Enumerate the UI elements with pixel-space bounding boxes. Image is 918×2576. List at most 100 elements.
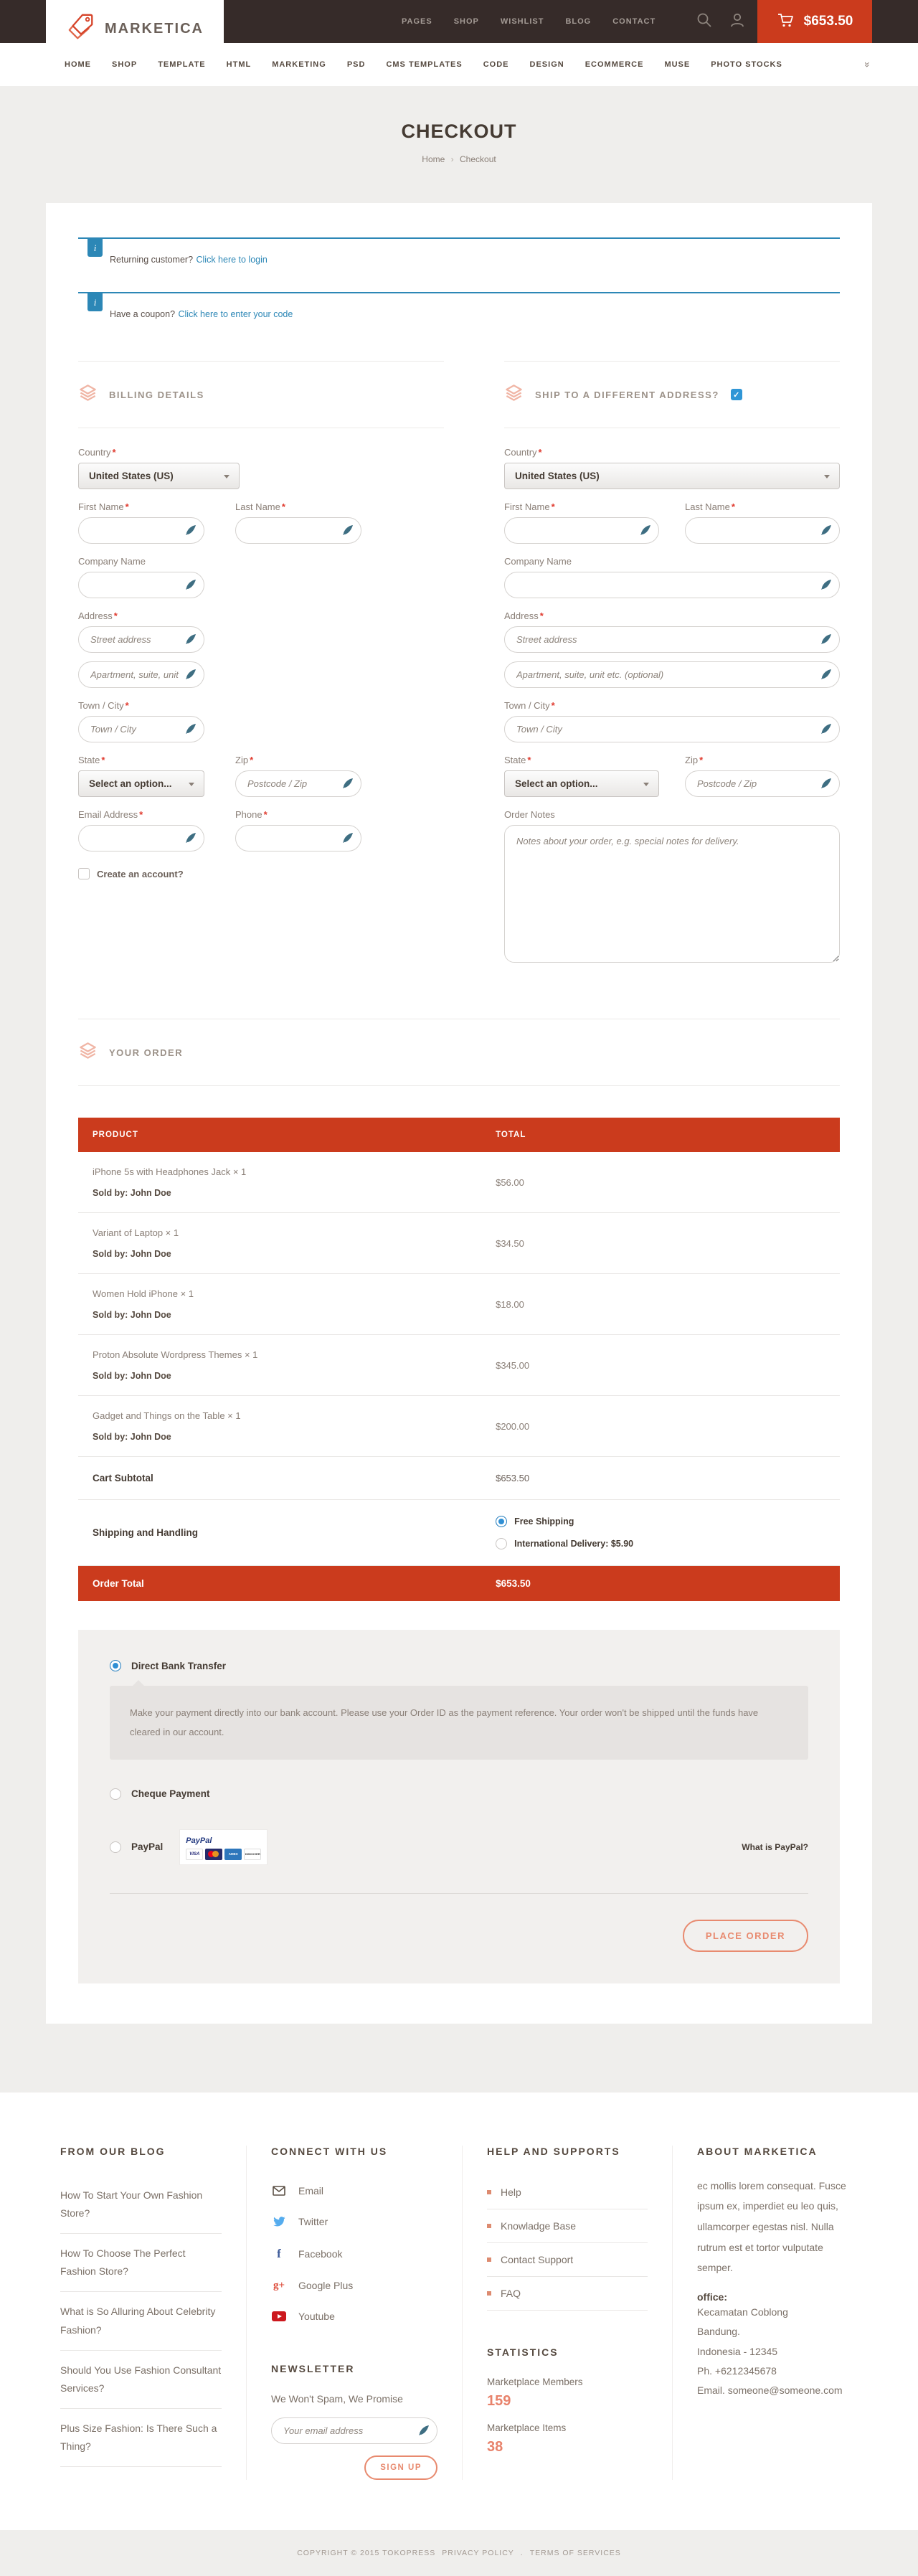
footer-connect-column: CONNECT WITH US Email Twitter f Facebook… [246, 2146, 462, 2480]
help-link[interactable]: FAQ [487, 2277, 648, 2311]
amex-card-icon: AMEX [224, 1849, 242, 1860]
billing-street-address-input[interactable] [78, 626, 204, 653]
blog-link[interactable]: Plus Size Fashion: Is There Such a Thing… [60, 2409, 222, 2467]
subnav-marketing[interactable]: MARKETING [272, 60, 326, 69]
help-link[interactable]: Help [487, 2176, 648, 2209]
shipping-first-name-input[interactable] [504, 517, 659, 544]
stat-value: 38 [487, 2439, 648, 2455]
blog-link[interactable]: How To Start Your Own Fashion Store? [60, 2176, 222, 2234]
subnav-template[interactable]: TEMPLATE [158, 60, 205, 69]
subnav-shop[interactable]: SHOP [112, 60, 137, 69]
radio-selected-icon[interactable] [496, 1516, 507, 1527]
subnav-psd[interactable]: PSD [347, 60, 366, 69]
radio-selected-icon[interactable] [110, 1660, 121, 1671]
coupon-link[interactable]: Click here to enter your code [179, 309, 293, 319]
twitter-icon [271, 2215, 287, 2228]
billing-phone-input[interactable] [235, 825, 361, 851]
top-nav-blog[interactable]: BLOG [565, 17, 591, 26]
place-order-button[interactable]: PLACE ORDER [683, 1920, 808, 1952]
product-total: $200.00 [496, 1421, 825, 1432]
cart-button[interactable]: $653.50 [757, 0, 872, 43]
shipping-state-select[interactable]: Select an option... [504, 770, 659, 797]
order-row: iPhone 5s with Headphones Jack × 1 Sold … [78, 1152, 840, 1213]
radio-icon[interactable] [110, 1841, 121, 1853]
help-link[interactable]: Contact Support [487, 2243, 648, 2277]
product-name: Proton Absolute Wordpress Themes × 1 [93, 1349, 496, 1360]
billing-state-select[interactable]: Select an option... [78, 770, 204, 797]
statistics-heading: STATISTICS [487, 2346, 648, 2358]
blog-heading: FROM OUR BLOG [60, 2146, 222, 2157]
ship-different-heading: SHIP TO A DIFFERENT ADDRESS? [535, 390, 719, 400]
subnav-design[interactable]: DESIGN [530, 60, 564, 69]
subnav-photo-stocks[interactable]: PHOTO STOCKS [711, 60, 782, 69]
social-twitter-link[interactable]: Twitter [271, 2206, 437, 2237]
privacy-policy-link[interactable]: PRIVACY POLICY [442, 2549, 514, 2557]
subnav-more-icon[interactable]: » [862, 62, 874, 67]
user-account-icon[interactable] [729, 11, 746, 32]
what-is-paypal-link[interactable]: What is PayPal? [742, 1842, 808, 1852]
billing-email-input[interactable] [78, 825, 204, 851]
shipping-address2-input[interactable] [504, 661, 840, 688]
subnav-cms-templates[interactable]: CMS TEMPLATES [386, 60, 462, 69]
social-facebook-link[interactable]: f Facebook [271, 2237, 437, 2270]
newsletter-signup-button[interactable]: SIGN UP [364, 2455, 437, 2480]
shipping-company-input[interactable] [504, 572, 840, 598]
product-vendor: Sold by: John Doe [93, 1188, 496, 1198]
subnav-ecommerce[interactable]: ECOMMERCE [585, 60, 644, 69]
office-line: Bandung. [697, 2322, 858, 2341]
billing-last-name-input[interactable] [235, 517, 361, 544]
copyright-text: COPYRIGHT © 2015 TOKOPRESS [297, 2549, 435, 2557]
subnav-muse[interactable]: MUSE [664, 60, 690, 69]
order-row: Women Hold iPhone × 1 Sold by: John Doe … [78, 1274, 840, 1335]
top-navigation: PAGES SHOP WISHLIST BLOG CONTACT [402, 0, 656, 43]
top-nav-shop[interactable]: SHOP [454, 17, 479, 26]
office-line: Email. someone@someone.com [697, 2381, 858, 2400]
blog-link[interactable]: How To Choose The Perfect Fashion Store? [60, 2234, 222, 2292]
shipping-zip-label: Zip [685, 755, 698, 765]
product-column-header: PRODUCT [93, 1131, 496, 1139]
footer-blog-column: FROM OUR BLOG How To Start Your Own Fash… [36, 2146, 246, 2480]
top-nav-pages[interactable]: PAGES [402, 17, 432, 26]
shipping-town-input[interactable] [504, 716, 840, 742]
social-youtube-link[interactable]: Youtube [271, 2301, 437, 2331]
billing-company-input[interactable] [78, 572, 204, 598]
subnav-html[interactable]: HTML [227, 60, 252, 69]
blog-link[interactable]: Should You Use Fashion Consultant Servic… [60, 2351, 222, 2409]
billing-zip-input[interactable] [235, 770, 361, 797]
subnav-code[interactable]: CODE [483, 60, 509, 69]
layers-icon [78, 1041, 98, 1064]
newsletter-email-input[interactable] [271, 2417, 437, 2444]
ship-different-checkbox[interactable] [731, 389, 742, 400]
terms-link[interactable]: TERMS OF SERVICES [530, 2549, 621, 2557]
info-icon: i [87, 293, 103, 311]
login-link[interactable]: Click here to login [196, 255, 267, 265]
create-account-checkbox[interactable] [78, 868, 90, 879]
shipping-street-address-input[interactable] [504, 626, 840, 653]
brand-logo[interactable]: MARKETICA [46, 0, 224, 57]
billing-address2-input[interactable] [78, 661, 204, 688]
social-email-link[interactable]: Email [271, 2176, 437, 2206]
youtube-icon [271, 2311, 287, 2321]
shipping-last-name-input[interactable] [685, 517, 840, 544]
subnav-home[interactable]: HOME [65, 60, 91, 69]
search-icon[interactable] [696, 11, 713, 32]
social-googleplus-link[interactable]: g+ Google Plus [271, 2270, 437, 2301]
order-notes-textarea[interactable] [504, 825, 840, 963]
payment-method-label: Direct Bank Transfer [131, 1661, 226, 1671]
radio-icon[interactable] [110, 1788, 121, 1800]
shipping-zip-input[interactable] [685, 770, 840, 797]
top-nav-contact[interactable]: CONTACT [612, 17, 656, 26]
top-nav-wishlist[interactable]: WISHLIST [501, 17, 544, 26]
shipping-country-select[interactable]: United States (US) [504, 463, 840, 489]
about-text: ec mollis lorem consequat. Fusce ipsum e… [697, 2176, 858, 2278]
billing-zip-label: Zip [235, 755, 248, 765]
blog-link[interactable]: What is So Alluring About Celebrity Fash… [60, 2292, 222, 2350]
billing-country-select[interactable]: United States (US) [78, 463, 240, 489]
billing-first-name-input[interactable] [78, 517, 204, 544]
radio-icon[interactable] [496, 1538, 507, 1549]
newsletter-tagline: We Won't Spam, We Promise [271, 2393, 437, 2405]
breadcrumb-home[interactable]: Home [422, 154, 445, 164]
billing-town-input[interactable] [78, 716, 204, 742]
product-total: $18.00 [496, 1299, 825, 1310]
help-link[interactable]: Knowladge Base [487, 2209, 648, 2243]
